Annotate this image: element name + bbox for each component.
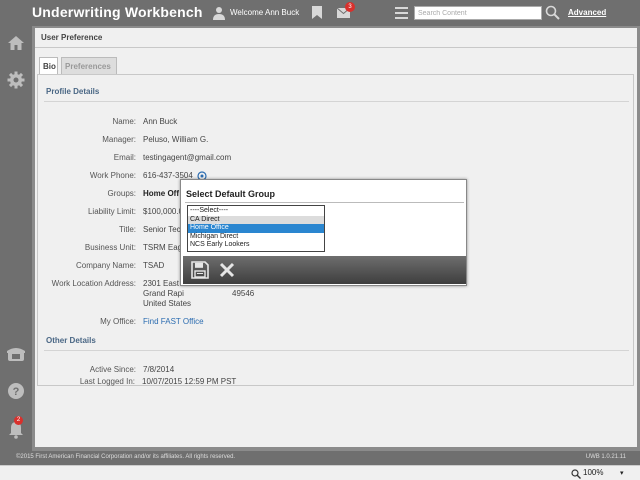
browser-status-bar: 100% ▾ [0,465,640,480]
group-option[interactable]: ----Select---- [188,207,324,216]
menu-grid-icon[interactable] [395,7,408,19]
liability-limit-value: $100,000.0 [143,207,184,216]
phone-icon[interactable] [6,344,26,364]
manager-value: Peluso, William G. [143,135,209,144]
title-value: Senior Tec [143,225,181,234]
svg-text:?: ? [13,386,20,398]
chevron-down-icon[interactable]: ▾ [620,469,624,477]
bookmark-icon[interactable] [312,6,322,19]
last-logged-in-label: Last Logged In: [79,377,135,386]
tab-bio[interactable]: Bio [39,57,58,74]
manager-label: Manager: [102,135,136,144]
zoom-level[interactable]: 100% [583,468,603,477]
select-default-group-dialog: Select Default Group ----Select---- CA D… [180,179,467,286]
work-phone-label: Work Phone: [89,171,136,180]
title-label: Title: [118,225,136,234]
divider [185,202,464,203]
help-icon[interactable]: ? [6,381,26,401]
work-location-line3: United States [143,299,192,308]
business-unit-label: Business Unit: [84,243,136,252]
work-location-line2-tail: 49546 [232,289,255,298]
find-fast-office-link[interactable]: Find FAST Office [143,317,204,326]
dialog-title: Select Default Group [186,189,276,199]
advanced-search-link[interactable]: Advanced [568,8,606,17]
groups-label: Groups: [107,189,136,198]
page-title: User Preference [41,33,103,42]
work-location-label: Work Location Address: [51,279,136,288]
email-label: Email: [113,153,136,162]
save-icon[interactable] [191,261,209,279]
user-icon[interactable] [213,6,225,20]
home-icon[interactable] [6,33,26,53]
notification-count-badge: 2 [14,416,23,425]
group-option[interactable]: Michigan Direct [188,233,324,242]
my-office-label: My Office: [100,317,136,326]
group-option[interactable]: NCS Early Lookers [188,241,324,250]
zoom-icon[interactable] [571,469,581,479]
business-unit-value: TSRM Eagl [143,243,184,252]
divider [44,350,629,351]
work-location-line2: Grand Rapi [143,289,184,298]
group-option-selected[interactable]: Home Office [188,224,324,233]
group-option[interactable]: CA Direct [188,215,324,225]
last-logged-in-value: 10/07/2015 12:59 PM PST [142,377,237,386]
search-input[interactable] [414,6,542,20]
close-icon[interactable] [218,261,236,279]
email-value: testingagent@gmail.com [143,153,232,162]
mail-count-badge: 3 [345,2,355,12]
footer: ©2015 First American Financial Corporati… [0,451,640,465]
left-nav: ? [0,26,32,451]
dialog-toolbar [183,256,466,284]
active-since-value: 7/8/2014 [143,365,175,374]
company-name-label: Company Name: [75,261,136,270]
name-value: Ann Buck [143,117,178,126]
version-text: UWB 1.0.21.11 [585,454,626,460]
liability-limit-label: Liability Limit: [87,207,136,216]
settings-icon[interactable] [6,70,26,90]
default-group-listbox[interactable]: ----Select---- CA Direct Home Office Mic… [187,205,325,252]
app-title: Underwriting Workbench [32,4,203,20]
profile-details-heading: Profile Details [46,87,100,96]
other-details-heading: Other Details [46,336,96,345]
panel-header: User Preference [35,28,637,48]
company-name-value: TSAD [143,261,165,270]
tab-preferences[interactable]: Preferences [61,57,117,74]
name-label: Name: [112,117,136,126]
active-since-label: Active Since: [89,365,136,374]
copyright-text: ©2015 First American Financial Corporati… [16,454,236,460]
groups-value: Home Off [143,189,179,198]
search-icon[interactable] [545,5,560,20]
top-bar: Underwriting Workbench Welcome Ann Buck … [0,0,640,26]
welcome-text[interactable]: Welcome Ann Buck [230,8,299,17]
divider [44,101,629,102]
